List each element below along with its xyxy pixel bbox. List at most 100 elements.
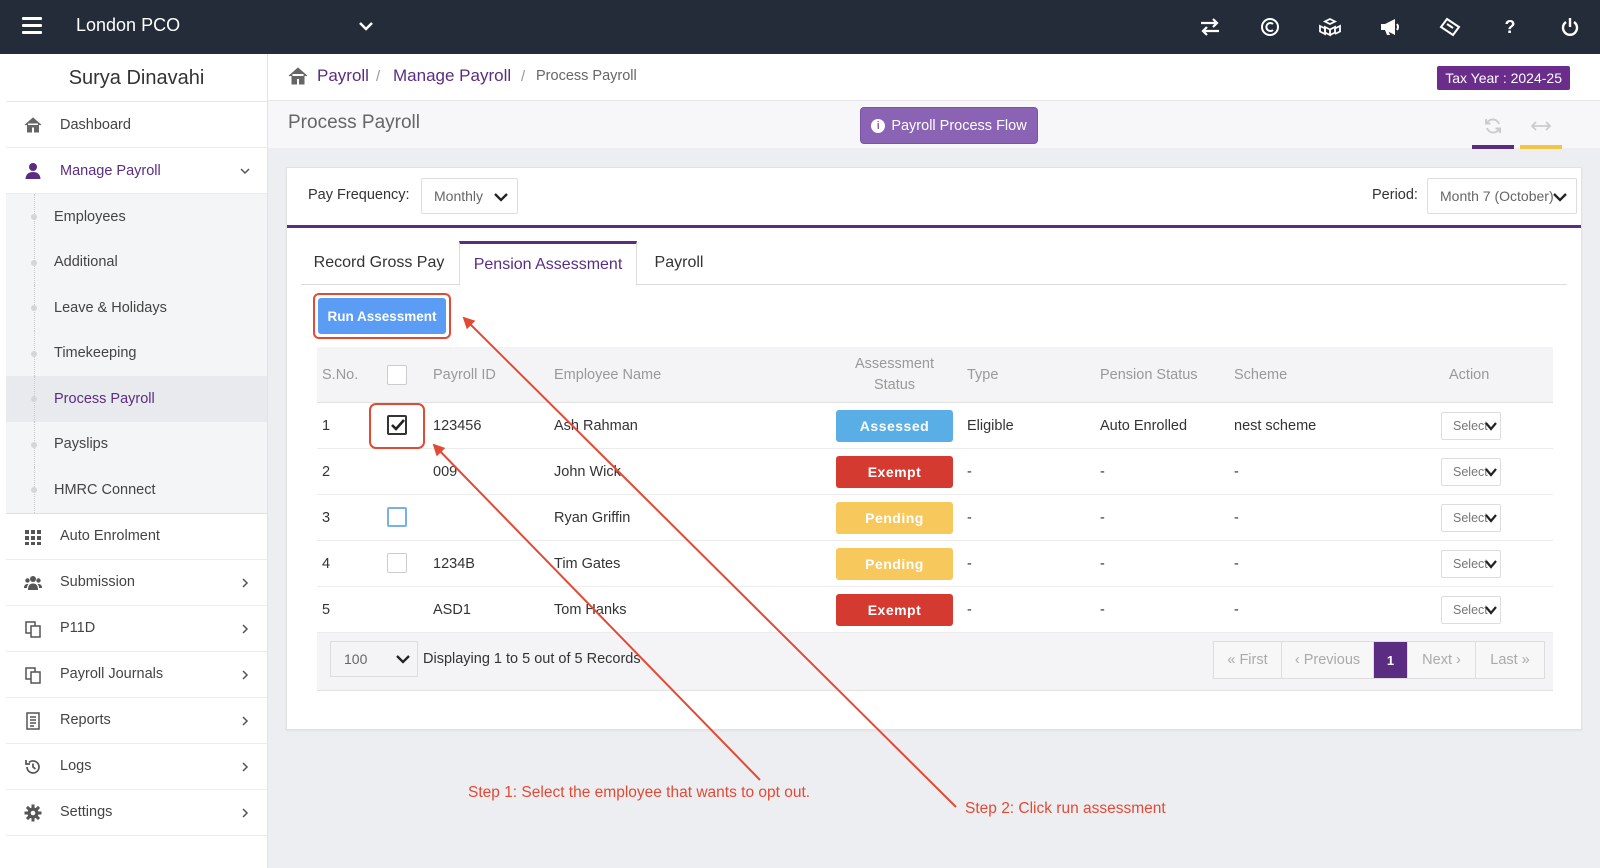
chevron-down-icon bbox=[396, 655, 410, 664]
company-switch-chevron-icon[interactable] bbox=[356, 16, 376, 36]
sidebar-subitem-hmrc-connect[interactable]: HMRC Connect bbox=[6, 467, 267, 513]
sidebar-item-payroll-journals[interactable]: Payroll Journals bbox=[6, 652, 267, 698]
row-action-select[interactable]: Select bbox=[1441, 550, 1501, 578]
page-header: Process Payroll i Payroll Process Flow bbox=[268, 101, 1600, 149]
cell-sno: 1 bbox=[322, 418, 331, 434]
tax-year-badge: Tax Year : 2024-25 bbox=[1437, 66, 1570, 90]
per-page-select[interactable]: 100 bbox=[330, 641, 418, 677]
hamburger-menu-icon[interactable] bbox=[22, 17, 42, 35]
sidebar-item-manage-payroll[interactable]: Manage Payroll bbox=[6, 148, 267, 194]
sidebar-subitem-timekeeping[interactable]: Timekeeping bbox=[6, 330, 267, 377]
period-select[interactable]: Month 7 (October) bbox=[1427, 178, 1577, 214]
ticket-icon[interactable] bbox=[1420, 0, 1480, 54]
row-action-select[interactable]: Select bbox=[1441, 504, 1501, 532]
cell-employee-name: John Wick bbox=[554, 464, 621, 480]
pagination-next[interactable]: Next › bbox=[1408, 642, 1476, 678]
column-action: Action bbox=[1449, 367, 1490, 383]
table-row: 4 1234B Tim Gates Pending - - - Select bbox=[317, 541, 1553, 587]
cell-payroll-id: ASD1 bbox=[433, 602, 471, 618]
chevron-down-icon bbox=[494, 193, 508, 202]
tab-record-gross-pay[interactable]: Record Gross Pay bbox=[301, 241, 457, 285]
breadcrumb-payroll[interactable]: Payroll bbox=[317, 66, 369, 86]
row-checkbox[interactable] bbox=[387, 553, 407, 573]
select-all-checkbox[interactable] bbox=[387, 365, 407, 385]
row-action-select[interactable]: Select bbox=[1441, 412, 1501, 440]
cell-scheme: - bbox=[1234, 510, 1239, 526]
chevron-down-icon bbox=[1485, 514, 1497, 523]
chevron-down-icon bbox=[1485, 422, 1497, 431]
pay-frequency-value: Monthly bbox=[434, 188, 484, 204]
tab-payroll[interactable]: Payroll bbox=[637, 241, 721, 285]
home-icon bbox=[24, 117, 42, 133]
sidebar-subitem-process-payroll[interactable]: Process Payroll bbox=[6, 376, 267, 422]
cell-employee-name: Tim Gates bbox=[554, 556, 621, 572]
cell-scheme: nest scheme bbox=[1234, 418, 1317, 434]
help-icon[interactable]: ? bbox=[1480, 0, 1540, 54]
refresh-icon[interactable] bbox=[1472, 111, 1514, 141]
pagination-first[interactable]: « First bbox=[1214, 642, 1282, 678]
row-action-select[interactable]: Select bbox=[1441, 458, 1501, 486]
sidebar-subitem-additional[interactable]: Additional bbox=[6, 239, 267, 286]
cell-employee-name: Ash Rahman bbox=[554, 418, 638, 434]
status-badge: Assessed bbox=[836, 410, 953, 442]
grid-icon bbox=[25, 529, 41, 545]
expand-horizontal-icon[interactable] bbox=[1520, 111, 1562, 141]
table-row: 2 009 John Wick Exempt - - - Select bbox=[317, 449, 1553, 495]
filter-row: Pay Frequency: Monthly Period: Month 7 (… bbox=[287, 168, 1581, 228]
cubes-icon[interactable] bbox=[1300, 0, 1360, 54]
top-bar: London PCO ? bbox=[0, 0, 1600, 54]
megaphone-icon[interactable] bbox=[1360, 0, 1420, 54]
cell-type: - bbox=[967, 602, 972, 618]
breadcrumb-manage-payroll[interactable]: Manage Payroll bbox=[393, 66, 511, 86]
sidebar-item-reports[interactable]: Reports bbox=[6, 698, 267, 744]
sidebar-subitem-leave-holidays[interactable]: Leave & Holidays bbox=[6, 285, 267, 331]
sidebar-subitem-payslips[interactable]: Payslips bbox=[6, 421, 267, 468]
table-footer: 100 Displaying 1 to 5 out of 5 Records «… bbox=[317, 633, 1553, 691]
per-page-value: 100 bbox=[344, 651, 368, 667]
row-checkbox[interactable] bbox=[387, 507, 407, 527]
pay-frequency-select[interactable]: Monthly bbox=[421, 178, 518, 214]
sidebar-item-auto-enrolment[interactable]: Auto Enrolment bbox=[6, 514, 267, 560]
sidebar-item-submission[interactable]: Submission bbox=[6, 560, 267, 606]
status-badge: Exempt bbox=[836, 594, 953, 626]
document-icon bbox=[26, 711, 40, 730]
checkmark-icon bbox=[391, 419, 405, 431]
power-icon[interactable] bbox=[1540, 0, 1600, 54]
cell-payroll-id: 009 bbox=[433, 464, 458, 480]
pension-assessment-table: S.No. Payroll ID Employee Name Assessmen… bbox=[317, 347, 1553, 691]
chevron-down-icon bbox=[1485, 468, 1497, 477]
home-icon[interactable] bbox=[288, 66, 308, 86]
sidebar: Surya Dinavahi Dashboard Manage Payroll … bbox=[0, 54, 268, 868]
swap-icon[interactable] bbox=[1180, 0, 1240, 54]
pay-frequency-label: Pay Frequency: bbox=[308, 187, 410, 203]
breadcrumb-separator: / bbox=[376, 68, 381, 85]
chevron-right-icon bbox=[242, 715, 249, 726]
pagination-previous[interactable]: ‹ Previous bbox=[1282, 642, 1374, 678]
sidebar-item-logs[interactable]: Logs bbox=[6, 744, 267, 790]
row-checkbox[interactable] bbox=[387, 415, 407, 435]
sidebar-item-settings[interactable]: Settings bbox=[6, 790, 267, 836]
chevron-down-icon bbox=[240, 168, 250, 175]
run-assessment-button[interactable]: Run Assessment bbox=[318, 298, 446, 334]
pagination-page-1[interactable]: 1 bbox=[1374, 642, 1408, 678]
sidebar-item-label: Auto Enrolment bbox=[60, 528, 160, 544]
sidebar-item-p11d[interactable]: P11D bbox=[6, 606, 267, 652]
currency-icon[interactable] bbox=[1240, 0, 1300, 54]
pagination-last[interactable]: Last » bbox=[1476, 642, 1544, 678]
sidebar-item-dashboard[interactable]: Dashboard bbox=[6, 102, 267, 148]
column-sno: S.No. bbox=[322, 367, 359, 383]
tab-pension-assessment[interactable]: Pension Assessment bbox=[459, 241, 637, 286]
cell-type: - bbox=[967, 556, 972, 572]
user-icon bbox=[25, 163, 41, 179]
chevron-down-icon bbox=[1553, 193, 1567, 202]
sidebar-subitem-employees[interactable]: Employees bbox=[6, 194, 267, 240]
row-action-select[interactable]: Select bbox=[1441, 596, 1501, 624]
column-payroll-id: Payroll ID bbox=[433, 367, 496, 383]
cell-scheme: - bbox=[1234, 464, 1239, 480]
status-badge: Pending bbox=[836, 502, 953, 534]
payroll-process-flow-button[interactable]: i Payroll Process Flow bbox=[860, 107, 1038, 144]
column-employee-name: Employee Name bbox=[554, 367, 662, 383]
info-icon: i bbox=[871, 118, 886, 133]
breadcrumb-process-payroll: Process Payroll bbox=[536, 68, 637, 84]
row-action-value: Select bbox=[1453, 419, 1488, 433]
